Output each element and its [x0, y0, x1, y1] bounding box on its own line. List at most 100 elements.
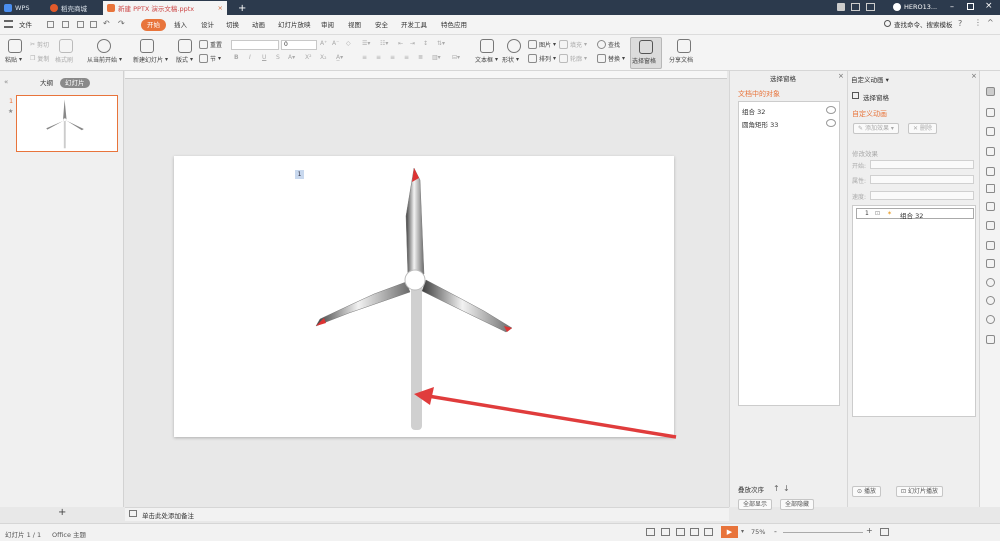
tab-slides[interactable]: 幻灯片: [60, 78, 90, 88]
sorter-view-icon[interactable]: [676, 528, 685, 536]
picture-side-icon[interactable]: [986, 241, 995, 250]
copy-icon[interactable]: [986, 108, 995, 117]
align-right-icon[interactable]: ≡: [390, 54, 395, 61]
property-select[interactable]: [870, 175, 974, 184]
move-down-icon[interactable]: ↓: [783, 484, 790, 493]
object-row[interactable]: 圆角矩形 33: [739, 117, 839, 129]
indent-decrease-icon[interactable]: ⇤: [398, 40, 403, 47]
collapse-panel-icon[interactable]: «: [4, 78, 8, 86]
menu-transition[interactable]: 切换: [223, 19, 242, 31]
menu-animation[interactable]: 动画: [249, 19, 268, 31]
menu-file[interactable]: 文件: [16, 19, 35, 31]
property-panel-icon[interactable]: [986, 87, 995, 96]
paste-button[interactable]: 粘贴 ▾: [5, 55, 22, 64]
hamburger-icon[interactable]: [4, 20, 13, 28]
selection-icon[interactable]: [986, 202, 995, 211]
shapes-icon[interactable]: [986, 127, 995, 136]
align-center-icon[interactable]: ≡: [376, 54, 381, 61]
cut-button[interactable]: ✂ 剪切: [30, 40, 49, 49]
delete-effect-button[interactable]: ✕ 删除: [908, 123, 937, 134]
more-icon[interactable]: ⋮: [974, 18, 982, 27]
close-pane-icon[interactable]: ×: [838, 72, 844, 80]
add-slide-button[interactable]: +: [58, 507, 66, 518]
line-spacing-icon[interactable]: ↕: [423, 40, 428, 47]
maximize-icon[interactable]: [967, 3, 974, 10]
tab-wps[interactable]: WPS: [0, 1, 46, 15]
animation-icon[interactable]: [986, 167, 995, 176]
start-select[interactable]: [870, 160, 974, 169]
slide-thumbnail[interactable]: [16, 95, 118, 152]
arrange-button[interactable]: 排列 ▾: [528, 54, 556, 63]
fit-window-icon[interactable]: [880, 528, 889, 536]
search-icon[interactable]: [884, 20, 891, 27]
zoom-out-button[interactable]: -: [774, 527, 777, 536]
new-tab-button[interactable]: +: [234, 1, 246, 15]
preview-icon[interactable]: [90, 21, 97, 28]
slideshow-button[interactable]: ⊡ 幻灯片播放: [896, 486, 943, 497]
font-color-button[interactable]: A▾: [288, 54, 295, 61]
menu-review[interactable]: 审阅: [318, 19, 337, 31]
menu-developer[interactable]: 开发工具: [398, 19, 430, 31]
menu-view[interactable]: 视图: [345, 19, 364, 31]
show-all-button[interactable]: 全部显示: [738, 499, 773, 510]
bullet-list-icon[interactable]: ☰▾: [362, 40, 370, 47]
menu-features[interactable]: 特色应用: [438, 19, 470, 31]
audio-icon[interactable]: [986, 259, 995, 268]
move-up-icon[interactable]: ↑: [773, 484, 780, 493]
shape-button[interactable]: 形状 ▾: [502, 55, 519, 64]
text-direction-icon[interactable]: ⇅▾: [437, 40, 445, 47]
char-spacing-button[interactable]: A̲▾: [336, 54, 343, 61]
underline-button[interactable]: U: [262, 54, 266, 61]
replace-button[interactable]: 替换 ▾: [597, 54, 625, 63]
fill-button[interactable]: 填充 ▾: [559, 40, 587, 49]
menu-security[interactable]: 安全: [372, 19, 391, 31]
close-anim-pane-icon[interactable]: ×: [971, 72, 977, 80]
reading-view-icon[interactable]: [690, 528, 699, 536]
picture-button[interactable]: 图片 ▾: [528, 40, 556, 49]
slideshow-play-button[interactable]: ▶: [721, 526, 738, 538]
justify-icon[interactable]: ≡: [404, 54, 409, 61]
normal-view-icon[interactable]: [661, 528, 670, 536]
presenter-view-icon[interactable]: [704, 528, 713, 536]
more-tools-icon[interactable]: [986, 335, 995, 344]
clear-format-icon[interactable]: ◇: [346, 40, 351, 47]
close-tab-icon[interactable]: ×: [218, 4, 223, 12]
play-from-current-button[interactable]: 从当前开始 ▾: [87, 55, 122, 64]
numbered-list-icon[interactable]: ☷▾: [380, 40, 388, 47]
share-side-icon[interactable]: [986, 221, 995, 230]
add-effect-button[interactable]: ✎ 添加效果 ▾: [853, 123, 899, 134]
distribute-icon[interactable]: ≣: [418, 54, 423, 61]
user-name[interactable]: HERO13...: [904, 3, 937, 11]
selection-pane-button[interactable]: 选择窗格: [630, 37, 662, 69]
avatar[interactable]: [893, 3, 901, 11]
find-button[interactable]: 查找: [597, 40, 620, 49]
font-grow-button[interactable]: A⁺: [320, 40, 327, 47]
font-size-field[interactable]: 0: [281, 40, 317, 50]
textbox-button[interactable]: 文本框 ▾: [475, 55, 498, 64]
speed-select[interactable]: [870, 191, 974, 200]
align-left-icon[interactable]: ≡: [362, 54, 367, 61]
history-icon[interactable]: [986, 296, 995, 305]
hide-all-button[interactable]: 全部隐藏: [780, 499, 815, 510]
skin-icon[interactable]: [866, 3, 875, 11]
visibility-eye-icon[interactable]: [826, 106, 836, 114]
notes-bar[interactable]: 单击此处添加备注: [125, 507, 729, 521]
recorder-icon[interactable]: [986, 315, 995, 324]
print-icon[interactable]: [77, 21, 84, 28]
superscript-button[interactable]: X²: [305, 54, 312, 61]
subscript-button[interactable]: X₂: [320, 54, 327, 61]
object-row[interactable]: 组合 32: [739, 104, 839, 116]
reset-button[interactable]: 重置: [199, 40, 222, 49]
redo-icon[interactable]: ↷: [118, 19, 125, 28]
notes-view-icon[interactable]: [646, 528, 655, 536]
bold-button[interactable]: B: [234, 54, 239, 61]
animation-item[interactable]: 1 ⊡ ✶ 组合 32: [856, 208, 974, 220]
undo-icon[interactable]: ↶: [103, 19, 110, 28]
tab-document[interactable]: 新建 PPTX 演示文稿.pptx ×: [103, 1, 227, 15]
section-button[interactable]: 节 ▾: [199, 54, 221, 63]
text-align-icon[interactable]: ⊟▾: [452, 54, 460, 61]
visibility-eye-icon[interactable]: [826, 119, 836, 127]
command-search[interactable]: 查找命令、搜索模板: [894, 19, 953, 29]
tab-outline[interactable]: 大纲: [35, 78, 58, 88]
download-icon[interactable]: [986, 278, 995, 287]
